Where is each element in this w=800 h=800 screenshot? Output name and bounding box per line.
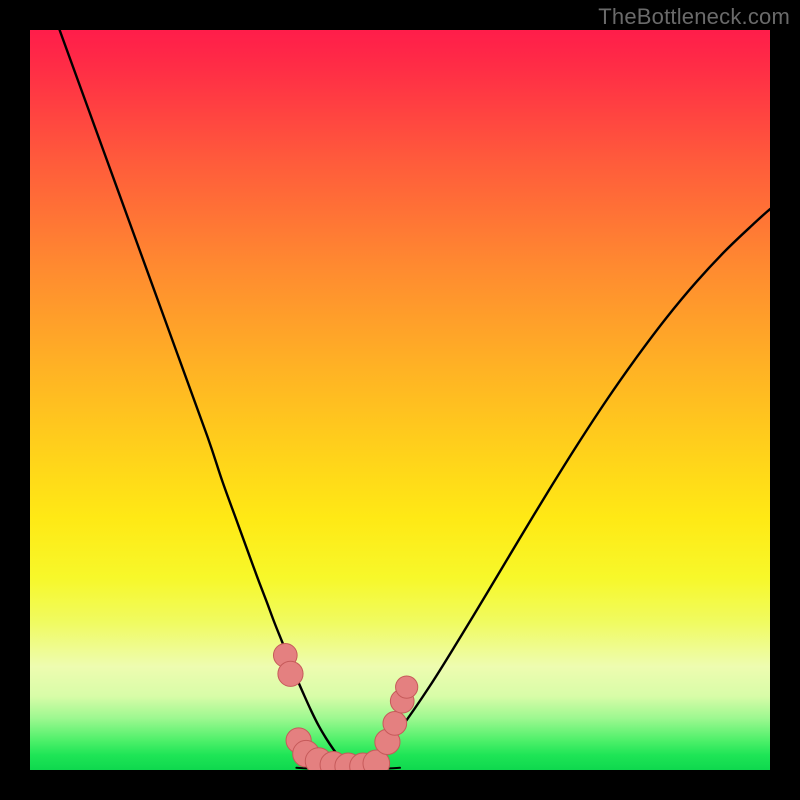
- plot-area: [30, 30, 770, 770]
- marker-point: [278, 661, 303, 686]
- curve-layer: [60, 30, 770, 769]
- marker-point: [396, 676, 418, 698]
- watermark-text: TheBottleneck.com: [598, 4, 790, 30]
- series-right-curve: [356, 209, 770, 767]
- chart-frame: TheBottleneck.com: [0, 0, 800, 800]
- series-left-curve: [60, 30, 349, 766]
- marker-point: [383, 712, 407, 736]
- marker-layer: [273, 643, 417, 770]
- chart-svg: [30, 30, 770, 770]
